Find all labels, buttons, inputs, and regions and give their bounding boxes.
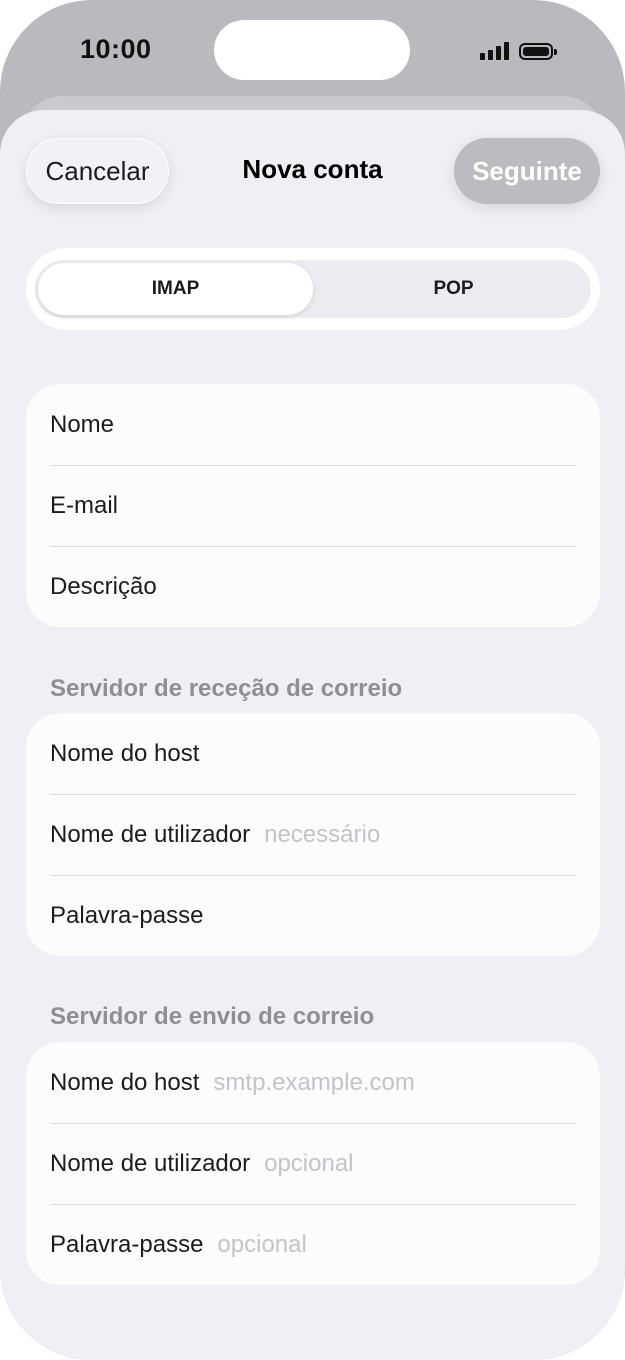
- outgoing-username-field[interactable]: Nome de utilizador opcional: [26, 1123, 600, 1204]
- account-card: Nome E-mail Descrição: [26, 384, 600, 627]
- description-field[interactable]: Descrição: [26, 546, 600, 627]
- field-label: Nome do host: [50, 1068, 200, 1096]
- field-label: Nome do host: [50, 739, 200, 767]
- cellular-signal-icon: [480, 42, 509, 60]
- field-label: Nome de utilizador: [50, 1149, 251, 1177]
- outgoing-section-header: Servidor de envio de correio: [50, 1003, 375, 1030]
- field-label: Palavra-passe: [50, 901, 204, 929]
- dynamic-island: [214, 20, 410, 80]
- incoming-section-header: Servidor de receção de correio: [50, 675, 403, 702]
- field-label: Nome de utilizador: [50, 820, 251, 848]
- field-label: E-mail: [50, 491, 119, 519]
- next-button[interactable]: Seguinte: [454, 138, 600, 204]
- email-field[interactable]: E-mail: [26, 465, 600, 546]
- phone-frame: 10:00 Cancelar Nova conta Seguinte IMAP …: [0, 0, 625, 1360]
- field-placeholder: opcional: [264, 1149, 354, 1177]
- segment-pop[interactable]: POP: [316, 260, 591, 318]
- battery-icon: [519, 42, 557, 60]
- incoming-server-card: Nome do host Nome de utilizador necessár…: [26, 713, 600, 956]
- field-placeholder: smtp.example.com: [213, 1068, 415, 1096]
- segment-imap[interactable]: IMAP: [38, 263, 313, 315]
- outgoing-password-field[interactable]: Palavra-passe opcional: [26, 1204, 600, 1285]
- outgoing-hostname-field[interactable]: Nome do host smtp.example.com: [26, 1042, 600, 1123]
- incoming-password-field[interactable]: Palavra-passe: [26, 875, 600, 956]
- incoming-hostname-field[interactable]: Nome do host: [26, 713, 600, 794]
- status-bar: 10:00: [0, 0, 625, 100]
- field-label: Nome: [50, 410, 115, 438]
- segmented-control: IMAP POP: [35, 260, 591, 318]
- new-account-sheet: Cancelar Nova conta Seguinte IMAP POP No…: [0, 110, 625, 1360]
- account-type-control: IMAP POP: [26, 248, 600, 330]
- status-icons: [480, 40, 557, 62]
- field-placeholder: opcional: [217, 1230, 307, 1258]
- incoming-username-field[interactable]: Nome de utilizador necessário: [26, 794, 600, 875]
- outgoing-server-card: Nome do host smtp.example.com Nome de ut…: [26, 1042, 600, 1285]
- status-time: 10:00: [80, 34, 152, 64]
- field-label: Descrição: [50, 572, 157, 600]
- field-placeholder: necessário: [264, 820, 381, 848]
- field-label: Palavra-passe: [50, 1230, 204, 1258]
- name-field[interactable]: Nome: [26, 384, 600, 465]
